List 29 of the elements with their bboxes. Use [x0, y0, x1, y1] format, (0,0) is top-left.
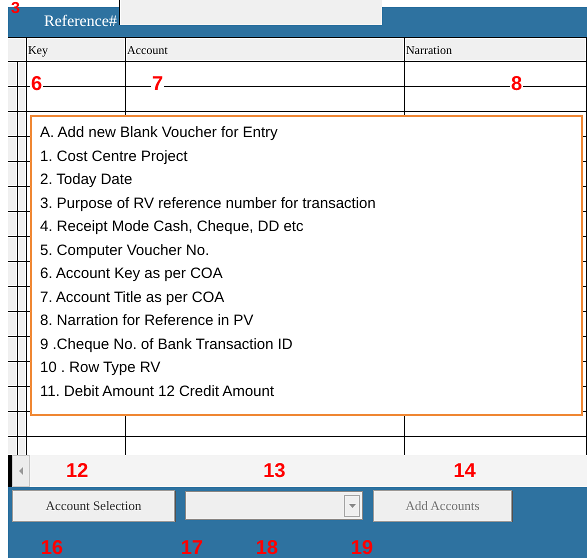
dropdown-field[interactable] [185, 491, 363, 520]
note-line: 7. Account Title as per COA [40, 288, 226, 308]
note-line: 3. Purpose of RV reference number for transaction [40, 194, 377, 214]
action-button[interactable]: Account Selection [12, 490, 175, 522]
note-line: 9 .Cheque No. of Bank Transaction ID [40, 334, 294, 354]
note-line: 11. Debit Amount 12 Credit Amount [40, 382, 276, 402]
note-line: 5. Computer Voucher No. [40, 240, 210, 260]
horizontal-scrollbar[interactable]: 12 13 14 [8, 455, 587, 487]
note-line: 6. Account Key as per COA [40, 264, 224, 284]
reference-field[interactable] [118, 0, 382, 25]
note-line: 1. Cost Centre Project [40, 146, 189, 166]
note-line: A. Add new Blank Voucher for Entry [40, 123, 279, 143]
note-line: 10 . Row Type RV [40, 358, 162, 378]
annotation-number: 19 [350, 538, 373, 558]
note-line: 2. Today Date [40, 170, 134, 190]
column-header[interactable]: Narration [405, 38, 587, 61]
annotation-number: 12 [66, 459, 88, 484]
note-line: 4. Receipt Mode Cash, Cheque, DD etc [40, 217, 304, 237]
column-header[interactable]: Account [126, 38, 405, 61]
annotation-number: 18 [256, 538, 278, 558]
annotation-number: 17 [180, 538, 203, 558]
scroll-left-button[interactable] [12, 455, 30, 487]
annotation-number: 13 [263, 459, 286, 484]
left-arrow-icon [18, 467, 24, 475]
annotation-number: 16 [40, 538, 63, 558]
annotation-number: 14 [454, 459, 476, 484]
column-header[interactable]: Key [27, 38, 126, 61]
reference-label: Reference# [44, 12, 117, 32]
note-line: 8. Narration for Reference in PV [40, 311, 254, 331]
